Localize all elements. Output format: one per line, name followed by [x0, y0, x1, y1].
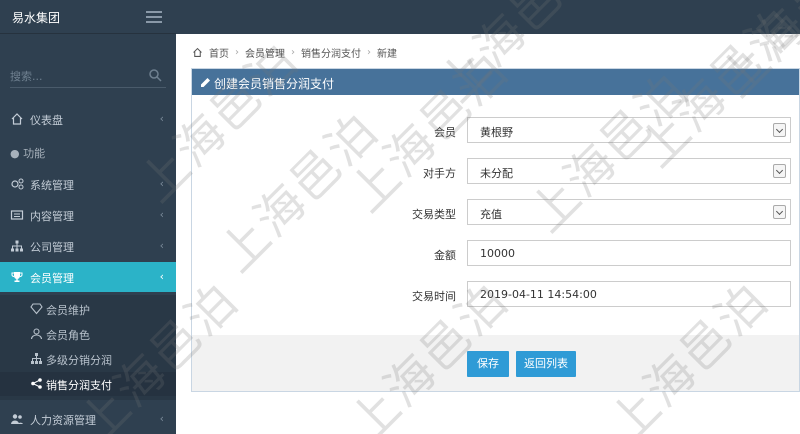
txn-time-label: 交易时间 — [412, 290, 456, 303]
sidebar-item-label: 系统管理 — [30, 179, 74, 192]
chevron-down-icon — [773, 164, 786, 178]
sidebar-item-system[interactable]: 系统管理 ‹ — [0, 169, 176, 199]
members-submenu: 会员维护 会员角色 多级分销分润 销售分润支付 — [0, 295, 176, 400]
back-to-list-button[interactable]: 返回列表 — [516, 351, 576, 377]
sitemap-icon — [31, 353, 42, 364]
txn-type-select[interactable]: 充值 — [467, 199, 791, 225]
breadcrumb: 首页 › 会员管理 › 销售分润支付 › 新建 — [192, 43, 397, 61]
submenu-item-label: 会员维护 — [46, 304, 90, 317]
globe-icon: ● — [10, 147, 20, 160]
sidebar-item-label: 仪表盘 — [30, 114, 63, 127]
chevron-left-icon: ‹ — [159, 270, 164, 283]
breadcrumb-current: 新建 — [377, 48, 397, 60]
create-form-panel: 创建会员销售分润支付 会员 黄根野 对手方 未分配 交易类型 充值 金额 100… — [191, 68, 800, 392]
counterparty-select[interactable]: 未分配 — [467, 158, 791, 184]
member-label: 会员 — [434, 126, 456, 139]
breadcrumb-members[interactable]: 会员管理 — [245, 45, 285, 60]
submenu-item-label: 多级分销分润 — [46, 354, 112, 367]
txn-time-input[interactable]: 2019-04-11 14:54:00 — [467, 281, 791, 307]
sidebar-item-label: 会员管理 — [30, 272, 74, 285]
amount-value: 10000 — [480, 247, 515, 260]
submenu-item-sales-payment[interactable]: 销售分润支付 — [0, 372, 176, 396]
breadcrumb-separator: › — [367, 46, 371, 58]
chevron-down-icon — [773, 205, 786, 219]
breadcrumb-home[interactable]: 首页 — [209, 45, 229, 60]
menu-toggle-icon[interactable] — [146, 11, 162, 23]
txn-type-value: 充值 — [480, 208, 502, 221]
chevron-left-icon: ‹ — [159, 412, 164, 425]
main-content: 首页 › 会员管理 › 销售分润支付 › 新建 创建会员销售分润支付 会员 黄根… — [176, 34, 800, 434]
submenu-item-member-maintenance[interactable]: 会员维护 — [0, 297, 176, 321]
breadcrumb-separator: › — [235, 46, 239, 58]
edit-icon — [201, 78, 210, 87]
chevron-down-icon — [773, 123, 786, 137]
form-actions: 保存 返回列表 — [192, 335, 799, 391]
amount-input[interactable]: 10000 — [467, 240, 791, 266]
member-value: 黄根野 — [480, 126, 513, 139]
chevron-left-icon: ‹ — [159, 112, 164, 125]
chevron-left-icon: ‹ — [159, 177, 164, 190]
trophy-icon — [11, 272, 23, 282]
share-icon — [31, 378, 42, 389]
form-row-txn-type: 交易类型 充值 — [192, 199, 799, 227]
chevron-left-icon: ‹ — [159, 208, 164, 221]
cogs-icon — [11, 178, 24, 190]
breadcrumb-separator: › — [291, 46, 295, 58]
sidebar-item-content[interactable]: 内容管理 ‹ — [0, 200, 176, 230]
brand-name: 易水集团 — [12, 11, 61, 25]
user-icon — [30, 328, 43, 340]
panel-header: 创建会员销售分润支付 — [192, 69, 799, 95]
users-icon — [11, 414, 23, 424]
sidebar-item-label: 人力资源管理 — [30, 414, 96, 427]
submenu-item-multilevel-distribution[interactable]: 多级分销分润 — [0, 347, 176, 371]
search-input[interactable]: 搜索... — [10, 68, 43, 84]
txn-type-label: 交易类型 — [412, 208, 456, 221]
section-label: 功能 — [23, 147, 46, 160]
submenu-item-label: 销售分润支付 — [46, 379, 112, 392]
submenu-item-label: 会员角色 — [46, 329, 90, 342]
sidebar-item-company[interactable]: 公司管理 ‹ — [0, 231, 176, 261]
sidebar: 搜索... 仪表盘 ‹ ● 功能 系统管理 ‹ 内容管理 ‹ 公司管理 ‹ 会员… — [0, 34, 176, 434]
form-row-txn-time: 交易时间 2019-04-11 14:54:00 — [192, 281, 799, 309]
member-select[interactable]: 黄根野 — [467, 117, 791, 143]
search-box[interactable]: 搜索... — [10, 64, 166, 88]
section-functions: ● 功能 — [10, 145, 45, 161]
sidebar-item-label: 内容管理 — [30, 210, 74, 223]
sidebar-item-label: 公司管理 — [30, 241, 74, 254]
diamond-icon — [30, 303, 43, 315]
home-icon — [193, 47, 202, 57]
sidebar-item-dashboard[interactable]: 仪表盘 ‹ — [0, 104, 176, 134]
form-row-member: 会员 黄根野 — [192, 117, 799, 145]
submenu-item-member-roles[interactable]: 会员角色 — [0, 322, 176, 346]
amount-label: 金额 — [434, 249, 456, 262]
counterparty-label: 对手方 — [423, 167, 456, 180]
sidebar-item-hr[interactable]: 人力资源管理 ‹ — [0, 404, 176, 434]
brand: 易水集团 — [0, 0, 176, 34]
form-row-amount: 金额 10000 — [192, 240, 799, 268]
save-button[interactable]: 保存 — [467, 351, 509, 377]
form-row-counterparty: 对手方 未分配 — [192, 158, 799, 186]
sitemap-icon — [11, 240, 23, 252]
list-icon — [10, 210, 24, 220]
home-icon — [11, 113, 23, 125]
txn-time-value: 2019-04-11 14:54:00 — [480, 288, 597, 301]
search-icon[interactable] — [148, 68, 162, 82]
panel-title: 创建会员销售分润支付 — [214, 77, 335, 91]
sidebar-item-members[interactable]: 会员管理 ‹ — [0, 262, 176, 292]
breadcrumb-sales-payment[interactable]: 销售分润支付 — [301, 45, 361, 60]
chevron-left-icon: ‹ — [159, 239, 164, 252]
counterparty-value: 未分配 — [480, 167, 513, 180]
